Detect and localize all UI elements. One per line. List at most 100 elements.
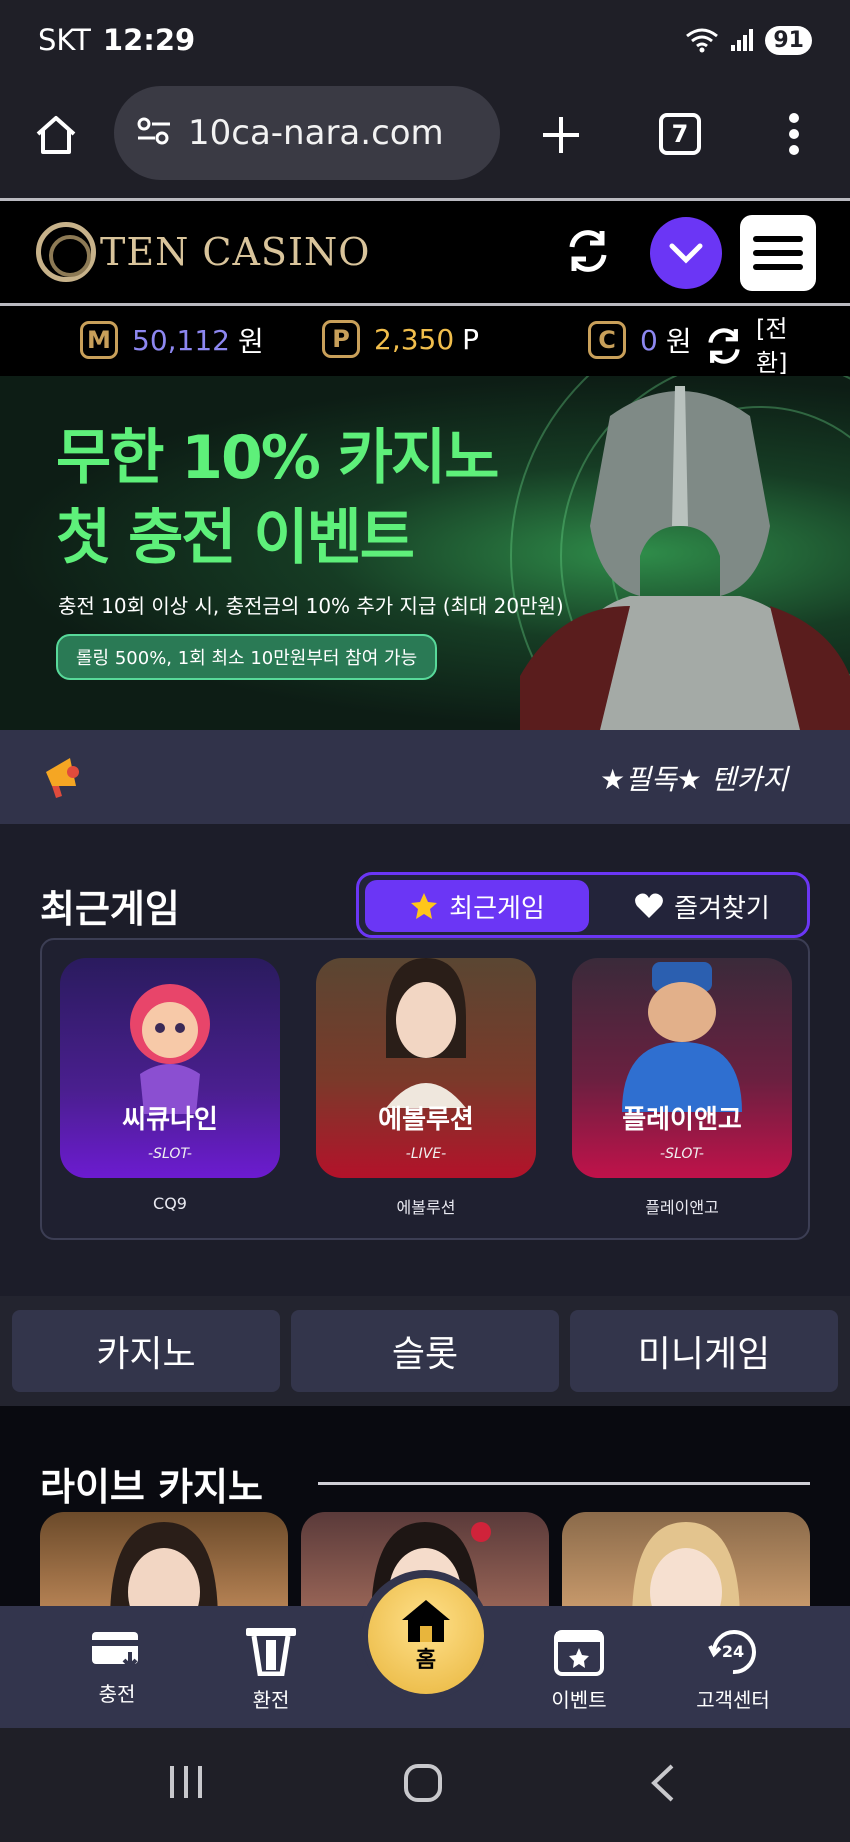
megaphone-icon [46, 758, 79, 798]
money-balance: M 50,112 원 [80, 320, 264, 360]
casino-balance: C 0 원 [588, 320, 692, 360]
game-tag: -SLOT- [660, 1146, 704, 1162]
game-title: 에볼루션 [378, 1105, 474, 1135]
nav-exchange-label: 환전 [252, 1688, 290, 1712]
nav-event[interactable]: 이벤트 [524, 1626, 634, 1713]
banner-headline-line1: 무한 10% 카지노 [56, 423, 499, 493]
back-icon[interactable] [648, 1762, 678, 1804]
recent-games-title: 최근게임 [40, 887, 180, 931]
battery-level: 91 [765, 25, 812, 55]
point-unit: P [462, 322, 480, 356]
casino-unit: 원 [665, 325, 692, 358]
point-badge: P [322, 320, 360, 358]
more-icon[interactable] [788, 112, 800, 156]
convert-button[interactable]: [전환] [702, 312, 796, 380]
refresh-icon [708, 328, 740, 364]
money-unit: 원 [237, 325, 264, 358]
banner-subtext: 충전 10회 이상 시, 충전금의 10% 추가 지급 (최대 20만원) [58, 594, 564, 618]
game-provider: 플레이앤고 [645, 1198, 719, 1217]
card-icon [92, 1632, 138, 1669]
system-nav-bar [0, 1728, 850, 1842]
tab-recent[interactable]: 최근게임 [365, 880, 589, 932]
point-value: 2,350 [374, 322, 455, 356]
category-minigame[interactable]: 미니게임 [570, 1310, 838, 1392]
convert-label: [전환] [756, 315, 788, 377]
money-badge: M [80, 321, 118, 359]
game-provider: 에볼루션 [396, 1198, 456, 1217]
game-thumbnail: 씨큐나인 -SLOT- [60, 958, 280, 1178]
notice-message: ★필독★ 텐카지 [600, 763, 788, 796]
category-slot[interactable]: 슬롯 [291, 1310, 559, 1392]
nav-support[interactable]: 24 고객센터 [678, 1626, 788, 1713]
recent-toggle: 최근게임 즐겨찾기 [356, 872, 810, 938]
menu-icon-bar [753, 250, 803, 256]
menu-icon-bar [753, 236, 803, 242]
atm-icon [246, 1628, 296, 1676]
nav-exchange[interactable]: 환전 [216, 1626, 326, 1713]
site-header: TEN CASINO [0, 198, 850, 306]
game-tag: -SLOT- [148, 1146, 192, 1162]
svg-text:24: 24 [722, 1642, 744, 1661]
home-icon [402, 1600, 450, 1642]
browser-toolbar: 10ca-nara.com 7 [0, 80, 850, 198]
menu-icon-bar [753, 264, 803, 270]
heart-icon [635, 893, 664, 918]
screen: { "status_bar": { "carrier": "SKT", "tim… [0, 0, 850, 1842]
tab-switcher[interactable]: 7 [659, 113, 701, 155]
dropdown-button[interactable] [650, 217, 722, 289]
game-card[interactable]: 플레이앤고 -SLOT- 플레이앤고 [572, 958, 792, 1218]
casino-badge: C [588, 321, 626, 359]
game-tag: -LIVE- [405, 1146, 447, 1162]
menu-button[interactable] [740, 215, 816, 291]
casino-value: 0 [640, 323, 658, 357]
support-24-icon: 24 [708, 1630, 756, 1675]
balance-row: M 50,112 원 P 2,350 P C 0 원 [전환] [0, 306, 850, 377]
status-bar: SKT 12:29 91 [0, 0, 850, 80]
money-value: 50,112 [132, 323, 230, 357]
signal-icon [731, 29, 754, 51]
nav-support-label: 고객센터 [696, 1688, 770, 1712]
recent-games-list: 씨큐나인 -SLOT- CQ9 에볼루션 -LIVE- 에볼루션 플레이앤고 -… [40, 938, 810, 1240]
banner-headline-line2: 첫 충전 이벤트 [56, 503, 415, 573]
banner-headline: 무한 10% 카지노 첫 충전 이벤트 [56, 418, 499, 578]
tab-recent-label: 최근게임 [449, 893, 545, 924]
character-image [622, 962, 742, 1112]
banner-pill: 롤링 500%, 1회 최소 10만원부터 참여 가능 [56, 634, 438, 680]
nav-event-label: 이벤트 [551, 1688, 607, 1712]
game-provider: CQ9 [153, 1194, 187, 1213]
spartan-helmet-image [520, 386, 850, 730]
point-balance: P 2,350 P [322, 320, 479, 358]
logo-mark [36, 222, 96, 282]
refresh-icon[interactable] [562, 225, 614, 277]
site-logo[interactable]: TEN CASINO [36, 219, 370, 285]
tab-favorites-label: 즐겨찾기 [674, 893, 770, 924]
carrier: SKT [38, 23, 91, 57]
tune-icon[interactable] [136, 116, 172, 146]
star-icon [411, 893, 438, 919]
section-divider [318, 1482, 810, 1485]
game-thumbnail: 플레이앤고 -SLOT- [572, 958, 792, 1178]
game-thumbnail: 에볼루션 -LIVE- [316, 958, 536, 1178]
logo-text: TEN CASINO [100, 230, 371, 274]
game-title: 플레이앤고 [622, 1105, 742, 1135]
promo-banner[interactable]: 무한 10% 카지노 첫 충전 이벤트 충전 10회 이상 시, 충전금의 10… [0, 376, 850, 730]
plus-icon[interactable] [540, 114, 582, 156]
notice-bar[interactable]: ★필독★ 텐카지 [0, 730, 850, 824]
dealer-portrait-image [386, 958, 466, 1108]
mermaid-character-image [130, 984, 210, 1114]
home-icon[interactable] [34, 114, 78, 156]
home-nav-icon[interactable] [402, 1762, 444, 1804]
live-casino-title: 라이브 카지노 [40, 1465, 263, 1509]
nav-charge[interactable]: 충전 [62, 1626, 172, 1707]
recents-icon[interactable] [166, 1762, 206, 1802]
nav-charge-label: 충전 [98, 1682, 136, 1706]
category-casino[interactable]: 카지노 [12, 1310, 280, 1392]
status-icons: 91 [685, 25, 812, 55]
nav-home[interactable]: 홈 [368, 1578, 484, 1694]
tab-favorites[interactable]: 즐겨찾기 [599, 880, 805, 932]
address-bar[interactable]: 10ca-nara.com [114, 86, 500, 180]
game-card[interactable]: 씨큐나인 -SLOT- CQ9 [60, 958, 280, 1213]
chevron-down-icon [669, 243, 703, 264]
game-card[interactable]: 에볼루션 -LIVE- 에볼루션 [316, 958, 536, 1218]
wifi-icon [686, 28, 719, 53]
